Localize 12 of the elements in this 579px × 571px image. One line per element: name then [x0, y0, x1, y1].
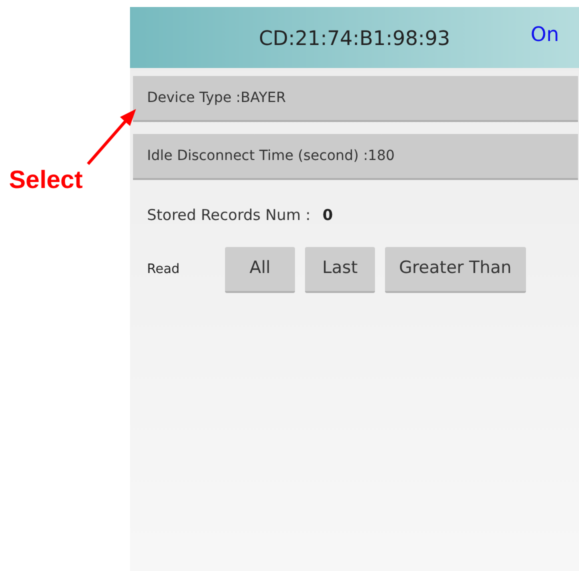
- annotation-label: Select: [9, 165, 83, 196]
- connection-status[interactable]: On: [530, 19, 559, 49]
- read-button[interactable]: Greater Than: [385, 246, 526, 292]
- read-button[interactable]: Last: [305, 246, 375, 292]
- stored-records-label: Stored Records Num :: [147, 205, 311, 226]
- setting-row[interactable]: Device Type :BAYER: [133, 76, 578, 122]
- read-button[interactable]: All: [225, 246, 295, 292]
- device-address: CD:21:74:B1:98:93: [258, 24, 450, 52]
- read-label: Read: [147, 260, 181, 279]
- arrow: [86, 109, 136, 165]
- setting-row[interactable]: Idle Disconnect Time (second) :180: [133, 134, 578, 180]
- stored-records-value: 0: [322, 205, 333, 226]
